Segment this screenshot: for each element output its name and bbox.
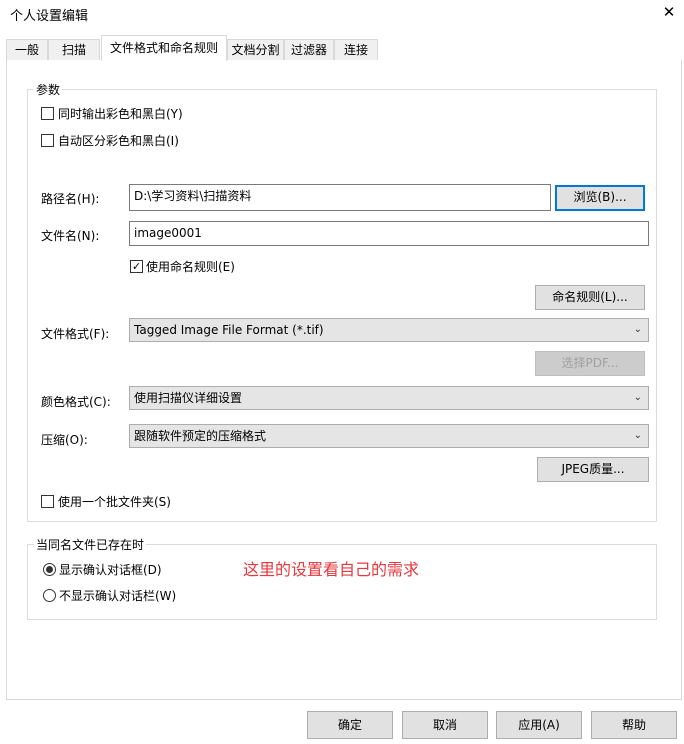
path-field[interactable]: D:\学习资料\扫描资料 — [129, 184, 551, 211]
hide-confirm-label: 不显示确认对话栏(W) — [59, 589, 177, 603]
chevron-down-icon: ⌄ — [633, 430, 642, 441]
browse-button[interactable]: 浏览(B)... — [555, 185, 645, 211]
batch-folder-label: 使用一个批文件夹(S) — [58, 495, 171, 509]
ok-button[interactable]: 确定 — [307, 711, 393, 739]
file-exists-group-title: 当同名文件已存在时 — [34, 536, 147, 553]
color-format-select[interactable]: 使用扫描仪详细设置 ⌄ — [129, 386, 649, 410]
filename-field[interactable]: image0001 — [129, 221, 649, 246]
compression-select[interactable]: 跟随软件预定的压缩格式 ⌄ — [129, 424, 649, 448]
naming-rule-button[interactable]: 命名规则(L)... — [535, 285, 645, 310]
filename-label: 文件名(N): — [41, 229, 100, 243]
compression-value: 跟随软件预定的压缩格式 — [134, 429, 267, 443]
close-icon[interactable]: ✕ — [659, 3, 679, 21]
show-confirm-radio[interactable] — [43, 563, 56, 576]
tab-file-format[interactable]: 文件格式和命名规则 — [101, 35, 227, 61]
apply-button[interactable]: 应用(A) — [496, 711, 582, 739]
tab-doc-split[interactable]: 文档分割 — [227, 39, 284, 60]
hide-confirm-radio[interactable] — [43, 589, 56, 602]
auto-color-label: 自动区分彩色和黑白(I) — [58, 134, 179, 148]
compression-label: 压缩(O): — [41, 433, 88, 447]
annotation-text: 这里的设置看自己的需求 — [243, 560, 420, 579]
color-format-value: 使用扫描仪详细设置 — [134, 391, 243, 405]
help-button[interactable]: 帮助 — [591, 711, 677, 739]
show-confirm-label: 显示确认对话框(D) — [59, 563, 162, 577]
tab-general[interactable]: 一般 — [6, 39, 48, 60]
chevron-down-icon: ⌄ — [633, 392, 642, 403]
batch-folder-checkbox[interactable] — [41, 495, 54, 508]
params-group-title: 参数 — [34, 81, 63, 98]
chevron-down-icon: ⌄ — [633, 324, 642, 335]
window-title: 个人设置编辑 — [10, 9, 89, 24]
naming-rule-label: 使用命名规则(E) — [146, 260, 235, 274]
color-bw-label: 同时输出彩色和黑白(Y) — [58, 107, 183, 121]
auto-color-checkbox[interactable] — [41, 134, 54, 147]
format-label: 文件格式(F): — [41, 327, 110, 341]
color-bw-checkbox[interactable] — [41, 107, 54, 120]
color-format-label: 颜色格式(C): — [41, 395, 111, 409]
tab-filter[interactable]: 过滤器 — [284, 39, 334, 60]
format-select[interactable]: Tagged Image File Format (*.tif) ⌄ — [129, 318, 649, 342]
naming-rule-checkbox[interactable]: ✓ — [130, 260, 143, 273]
jpeg-quality-button[interactable]: JPEG质量... — [537, 457, 649, 482]
tab-scan[interactable]: 扫描 — [48, 39, 100, 60]
tab-connect[interactable]: 连接 — [334, 39, 378, 60]
path-label: 路径名(H): — [41, 192, 100, 206]
cancel-button[interactable]: 取消 — [402, 711, 488, 739]
format-select-value: Tagged Image File Format (*.tif) — [134, 323, 324, 337]
select-pdf-button[interactable]: 选择PDF... — [535, 351, 645, 376]
